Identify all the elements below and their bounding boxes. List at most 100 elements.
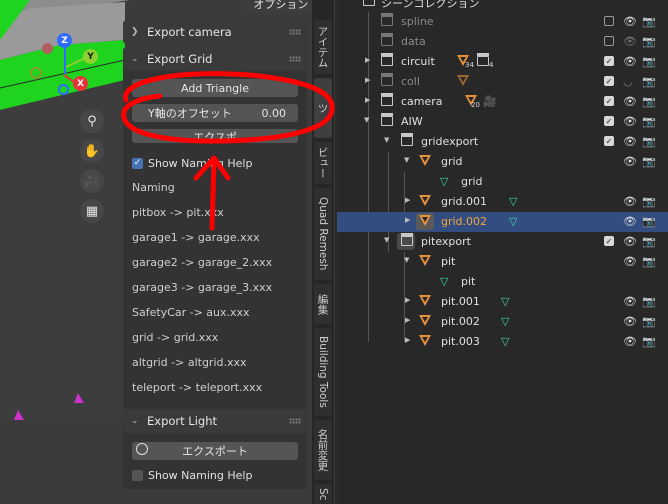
drag-grip-icon[interactable]: [289, 56, 301, 62]
eye-icon[interactable]: 👁: [623, 55, 637, 68]
camera-render-icon[interactable]: 📷: [642, 315, 656, 328]
tab-quad-remesh[interactable]: Quad Remesh: [314, 188, 332, 280]
collapse-arrow-icon[interactable]: ▼: [404, 156, 409, 164]
eye-icon[interactable]: 👁: [623, 295, 637, 308]
outliner-row-pit-data[interactable]: ▽ pit: [337, 272, 668, 292]
expand-arrow-icon[interactable]: ▶: [365, 76, 370, 84]
checkbox-unchecked-icon[interactable]: [132, 469, 143, 481]
export-grid-button[interactable]: エクスポ: [132, 129, 298, 143]
expand-arrow-icon[interactable]: ▶: [405, 216, 410, 224]
exclude-checkbox[interactable]: ✓: [604, 136, 614, 146]
export-light-button[interactable]: エクスポート: [132, 442, 298, 460]
expand-arrow-icon[interactable]: ▶: [365, 96, 370, 104]
pan-hand-icon[interactable]: ✋: [80, 139, 104, 163]
expand-arrow-icon[interactable]: ▶: [365, 56, 370, 64]
show-naming-help-toggle[interactable]: ✓ Show Naming Help: [132, 155, 252, 171]
exclude-checkbox[interactable]: ✓: [604, 236, 614, 246]
outliner-row-pit[interactable]: ▼ pit 👁 📷: [337, 252, 668, 272]
eye-icon[interactable]: 👁: [623, 255, 637, 268]
grid-view-icon[interactable]: ▦: [80, 199, 104, 223]
gizmo-neg-x[interactable]: [30, 67, 42, 79]
outliner-row-grid-data[interactable]: ▽ grid: [337, 172, 668, 192]
export-light-header[interactable]: ⌄ Export Light: [123, 409, 307, 433]
collapse-arrow-icon[interactable]: ▼: [384, 236, 389, 244]
outliner-row-spline[interactable]: spline 👁 📷: [337, 12, 668, 32]
collapse-arrow-icon[interactable]: ▼: [404, 256, 409, 264]
outliner-row-grid001[interactable]: ▶ grid.001 ▽ 👁 📷: [337, 192, 668, 212]
camera-view-icon[interactable]: 🎥: [80, 169, 104, 193]
checkbox-checked-icon[interactable]: ✓: [132, 157, 143, 169]
outliner-row-pit002[interactable]: ▶ pit.002 ▽ 👁 📷: [337, 312, 668, 332]
outliner-row-pitexport[interactable]: ▼ pitexport ✓ 👁 📷: [337, 232, 668, 252]
exclude-checkbox[interactable]: [604, 16, 614, 26]
navigation-gizmo[interactable]: Z Y X: [28, 33, 104, 99]
eye-icon[interactable]: 👁: [623, 235, 637, 248]
tab-tool[interactable]: ツ: [314, 78, 332, 138]
camera-render-icon[interactable]: 📷: [642, 195, 656, 208]
camera-render-icon[interactable]: 📷: [642, 115, 656, 128]
export-grid-header[interactable]: ⌄ Export Grid: [123, 47, 307, 71]
eye-icon[interactable]: 👁: [623, 335, 637, 348]
camera-render-icon[interactable]: 📷: [642, 235, 656, 248]
outliner-row-gridexport[interactable]: ▼ gridexport ✓ 👁 📷: [337, 132, 668, 152]
collapse-arrow-icon[interactable]: ▼: [384, 136, 389, 144]
zoom-icon[interactable]: ⚲: [80, 109, 104, 133]
exclude-checkbox[interactable]: ✓: [604, 116, 614, 126]
export-camera-header[interactable]: ❯ Export camera: [123, 20, 307, 44]
expand-arrow-icon[interactable]: ▶: [405, 196, 410, 204]
camera-render-icon[interactable]: 📷: [642, 95, 656, 108]
camera-render-icon[interactable]: 📷: [642, 75, 656, 88]
outliner-row-grid[interactable]: ▼ grid 👁 📷: [337, 152, 668, 172]
eye-icon[interactable]: 👁: [623, 195, 637, 208]
camera-render-icon[interactable]: 📷: [642, 295, 656, 308]
add-triangle-button[interactable]: Add Triangle: [132, 79, 298, 97]
tab-building-tools[interactable]: Building Tools: [314, 328, 332, 416]
exclude-checkbox[interactable]: ✓: [604, 56, 614, 66]
drag-grip-icon[interactable]: [289, 418, 301, 424]
gizmo-z-axis[interactable]: Z: [57, 33, 72, 48]
eye-icon[interactable]: 👁: [623, 15, 637, 28]
gizmo-x-axis[interactable]: X: [73, 76, 88, 91]
outliner-row-camera[interactable]: ▶ camera 20 🎥 ✓ 👁 📷: [337, 92, 668, 112]
camera-render-icon[interactable]: 📷: [642, 215, 656, 228]
outliner-row-grid002[interactable]: ▶ grid.002 ▽ 👁 📷: [337, 212, 668, 232]
tab-item[interactable]: アイテム: [314, 20, 332, 74]
exclude-checkbox[interactable]: ✓: [604, 96, 614, 106]
exclude-checkbox[interactable]: [604, 36, 614, 46]
camera-render-icon[interactable]: 📷: [642, 255, 656, 268]
drag-grip-icon[interactable]: [289, 29, 301, 35]
camera-render-icon[interactable]: 📷: [642, 35, 656, 48]
gizmo-y-axis[interactable]: Y: [83, 49, 98, 64]
eye-icon[interactable]: 👁: [623, 315, 637, 328]
expand-arrow-icon[interactable]: ▶: [405, 336, 410, 344]
tab-sc[interactable]: Sc: [314, 484, 332, 504]
light-show-naming-help-toggle[interactable]: Show Naming Help: [132, 467, 252, 483]
eye-icon[interactable]: 👁: [623, 35, 637, 48]
eye-closed-icon[interactable]: ◡: [623, 75, 633, 88]
collapse-arrow-icon[interactable]: ▼: [364, 116, 369, 124]
expand-arrow-icon[interactable]: ▶: [405, 296, 410, 304]
outliner-row-pit003[interactable]: ▶ pit.003 ▽ 👁 📷: [337, 332, 668, 352]
camera-render-icon[interactable]: 📷: [642, 55, 656, 68]
y-offset-field[interactable]: Y軸のオフセット 0.00: [132, 104, 298, 122]
expand-arrow-icon[interactable]: ▶: [405, 316, 410, 324]
eye-icon[interactable]: 👁: [623, 135, 637, 148]
camera-render-icon[interactable]: 📷: [642, 15, 656, 28]
exclude-checkbox[interactable]: ✓: [604, 76, 614, 86]
outliner-row-pit001[interactable]: ▶ pit.001 ▽ 👁 📷: [337, 292, 668, 312]
outliner-row-circuit[interactable]: ▶ circuit 34 4 ✓ 👁 📷: [337, 52, 668, 72]
tab-edit[interactable]: 編集: [314, 284, 332, 324]
tab-rename[interactable]: 名前変更: [314, 420, 332, 480]
eye-icon[interactable]: 👁: [623, 95, 637, 108]
camera-render-icon[interactable]: 📷: [642, 155, 656, 168]
camera-render-icon[interactable]: 📷: [642, 335, 656, 348]
eye-icon[interactable]: 👁: [623, 215, 637, 228]
outliner-row-coll[interactable]: ▶ coll ✓ ◡ 📷: [337, 72, 668, 92]
outliner-row-scene-collection[interactable]: シーンコレクション: [337, 0, 668, 12]
eye-icon[interactable]: 👁: [623, 155, 637, 168]
camera-render-icon[interactable]: 📷: [642, 135, 656, 148]
eye-icon[interactable]: 👁: [623, 115, 637, 128]
gizmo-neg-z[interactable]: [58, 84, 69, 95]
outliner-row-data[interactable]: data 👁 📷: [337, 32, 668, 52]
gizmo-neg-y[interactable]: [42, 43, 53, 54]
